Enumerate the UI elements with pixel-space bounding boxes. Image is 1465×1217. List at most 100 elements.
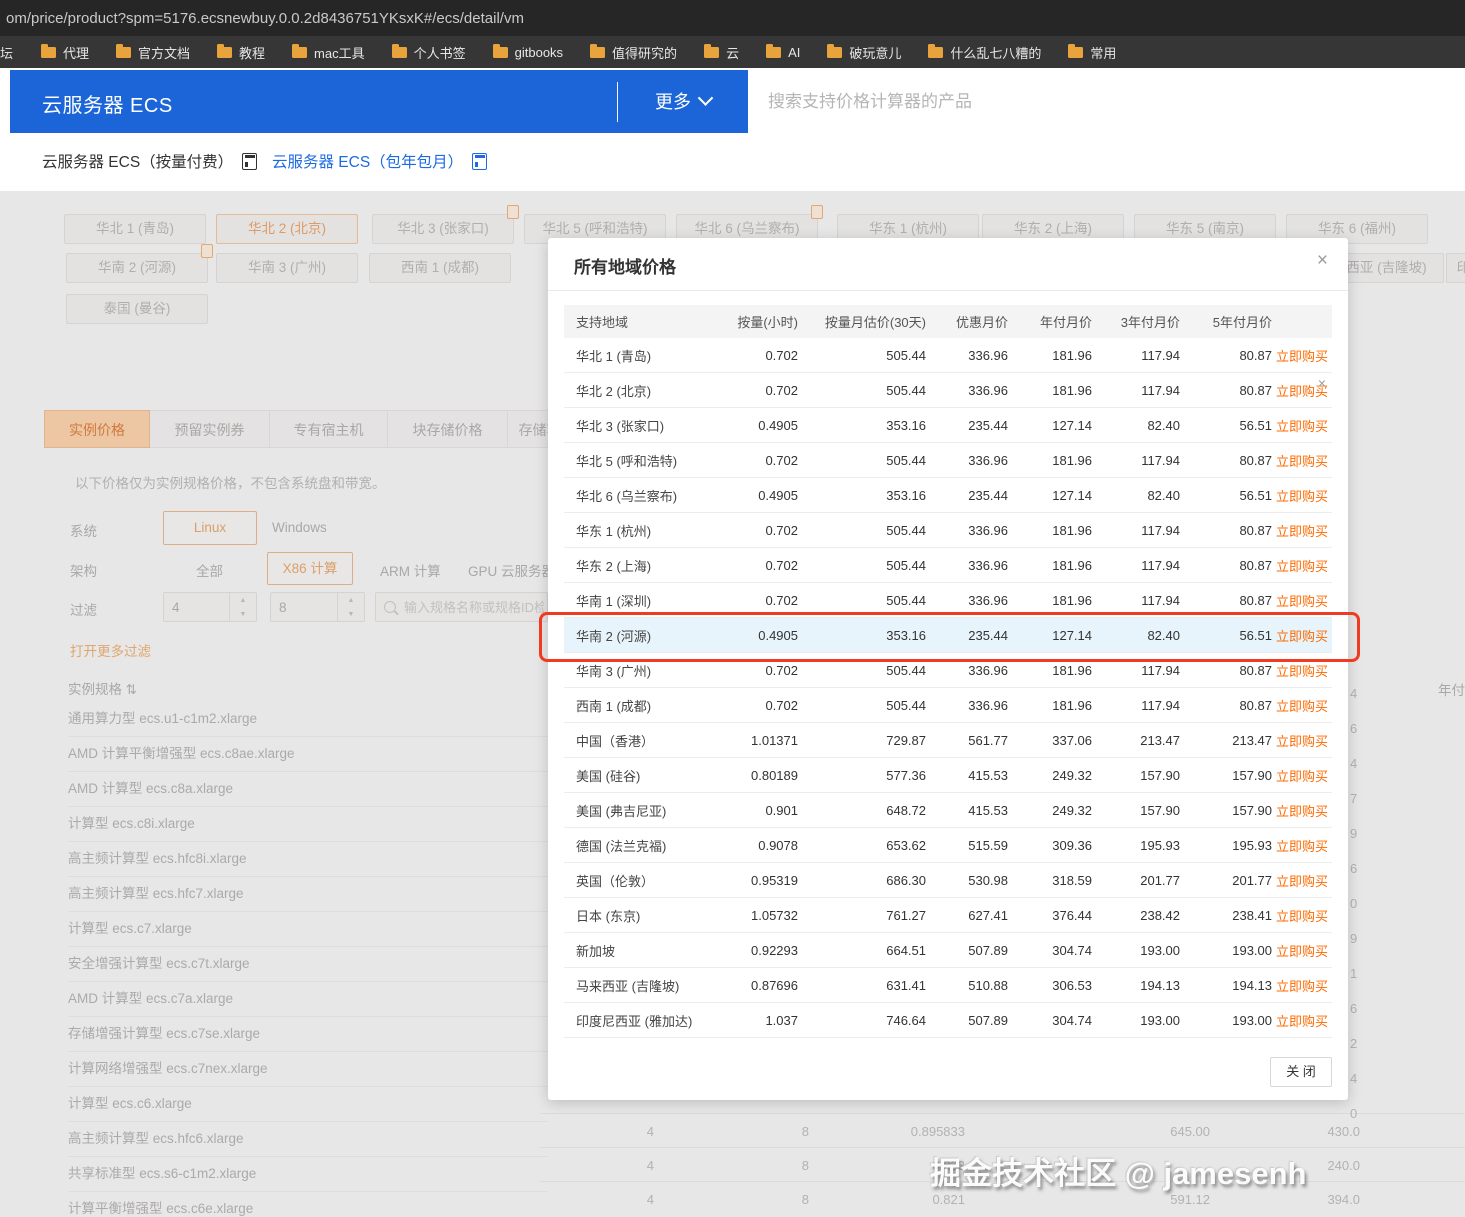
price-tab[interactable]: 存储容量单位包: [508, 410, 548, 448]
buy-now-link[interactable]: 立即购买: [1276, 871, 1332, 890]
spec-row[interactable]: 计算平衡增强型 ecs.c6e.xlarge: [68, 1192, 548, 1217]
tab-pay-as-you-go[interactable]: 云服务器 ECS（按量付费）: [42, 150, 257, 172]
buy-now-link[interactable]: 立即购买: [1276, 836, 1332, 855]
price-tab[interactable]: 实例价格: [44, 410, 150, 448]
buy-now-link[interactable]: 立即购买: [1276, 416, 1332, 435]
region-button[interactable]: 华南 2 (河源): [66, 253, 208, 283]
table-row: 日本 (东京) 1.05732 761.27 627.41 376.44 238…: [564, 898, 1332, 933]
stepper-down-icon[interactable]: ▼: [338, 607, 364, 621]
spec-row[interactable]: 计算型 ecs.c6.xlarge: [68, 1087, 548, 1122]
buy-now-link[interactable]: 立即购买: [1276, 766, 1332, 785]
spec-row[interactable]: AMD 计算型 ecs.c8a.xlarge: [68, 772, 548, 807]
region-button[interactable]: 印度尼西亚 (雅加达): [1446, 253, 1465, 283]
spec-row[interactable]: 存储增强计算型 ecs.c7se.xlarge: [68, 1017, 548, 1052]
table-close-icon[interactable]: ×: [1318, 375, 1326, 391]
arch-option-x86[interactable]: X86 计算: [267, 552, 353, 585]
buy-now-link[interactable]: 立即购买: [1276, 451, 1332, 470]
spec-row[interactable]: 高主频计算型 ecs.hfc7.xlarge: [68, 877, 548, 912]
spec-row[interactable]: 安全增强计算型 ecs.c7t.xlarge: [68, 947, 548, 982]
bg-row-line: [540, 1181, 1465, 1182]
bookmark-folder[interactable]: 什么乱七八糟的: [928, 43, 1041, 62]
buy-now-link[interactable]: 立即购买: [1276, 696, 1332, 715]
bookmark-folder[interactable]: 破玩意儿: [827, 43, 901, 62]
arch-option-arm[interactable]: ARM 计算: [380, 560, 441, 580]
cpu-value-input[interactable]: [164, 599, 229, 616]
bookmark-folder[interactable]: 官方文档: [116, 43, 190, 62]
more-dropdown[interactable]: 更多: [655, 88, 711, 114]
sort-icon[interactable]: ⇅: [126, 682, 137, 697]
region-button[interactable]: 泰国 (曼谷): [66, 294, 208, 324]
bookmark-folder[interactable]: 云: [704, 43, 739, 62]
bookmark-folder[interactable]: gitbooks: [493, 45, 563, 60]
buy-now-link[interactable]: 立即购买: [1276, 556, 1332, 575]
spec-row[interactable]: 计算型 ecs.c8i.xlarge: [68, 807, 548, 842]
bookmark-folder[interactable]: 个人书签: [392, 43, 466, 62]
bookmark-folder[interactable]: AI: [766, 45, 800, 60]
spec-row[interactable]: 共享标准型 ecs.s6-c1m2.xlarge: [68, 1157, 548, 1192]
price-tab[interactable]: 块存储价格: [388, 410, 508, 448]
buy-now-link[interactable]: 立即购买: [1276, 801, 1332, 820]
region-button[interactable]: 华南 3 (广州): [216, 253, 358, 283]
region-button[interactable]: 西南 1 (成都): [369, 253, 511, 283]
discount-month-cell: 336.96: [930, 663, 1012, 678]
chevron-down-icon: [698, 90, 714, 106]
buy-now-link[interactable]: 立即购买: [1276, 731, 1332, 750]
bookmark-folder[interactable]: 教程: [217, 43, 265, 62]
arch-option-gpu[interactable]: GPU 云服务器: [468, 560, 555, 580]
more-filters-link[interactable]: 打开更多过滤: [70, 640, 151, 660]
bookmark-folder[interactable]: 值得研究的: [590, 43, 677, 62]
buy-now-link[interactable]: 立即购买: [1276, 591, 1332, 610]
buy-now-link[interactable]: 立即购买: [1276, 906, 1332, 925]
stepper-up-icon[interactable]: ▲: [230, 593, 256, 607]
bookmark-folder[interactable]: 常用: [1068, 43, 1116, 62]
spec-row[interactable]: 计算型 ecs.c7.xlarge: [68, 912, 548, 947]
spec-search-input[interactable]: [402, 599, 546, 616]
search-input[interactable]: [766, 84, 1420, 120]
spec-column-header[interactable]: 实例规格 ⇅: [68, 678, 137, 698]
folder-icon: [217, 47, 232, 58]
stepper-down-icon[interactable]: ▼: [230, 607, 256, 621]
bookmark-folder[interactable]: mac工具: [292, 43, 365, 62]
price-tab[interactable]: 预留实例券: [150, 410, 270, 448]
spec-row[interactable]: AMD 计算型 ecs.c7a.xlarge: [68, 982, 548, 1017]
buy-now-link[interactable]: 立即购买: [1276, 486, 1332, 505]
region-cell: 华北 3 (张家口): [564, 416, 714, 435]
buy-now-link[interactable]: 立即购买: [1276, 976, 1332, 995]
spec-row[interactable]: 高主频计算型 ecs.hfc6.xlarge: [68, 1122, 548, 1157]
folder-icon: [590, 47, 605, 58]
spec-search-box[interactable]: [375, 592, 548, 622]
discount-month-cell: 336.96: [930, 593, 1012, 608]
spec-row[interactable]: 通用算力型 ecs.u1-c1m2.xlarge: [68, 702, 548, 737]
price-tab[interactable]: 专有宿主机: [270, 410, 388, 448]
close-icon[interactable]: ×: [1317, 251, 1328, 270]
buy-now-link[interactable]: 立即购买: [1276, 626, 1332, 645]
browser-address-bar[interactable]: om/price/product?spm=5176.ecsnewbuy.0.0.…: [0, 0, 1465, 36]
tab-subscription[interactable]: 云服务器 ECS（包年包月）: [272, 150, 487, 172]
close-button[interactable]: 关 闭: [1270, 1057, 1332, 1087]
buy-now-link[interactable]: 立即购买: [1276, 1011, 1332, 1030]
monthly-estimate-cell: 577.36: [802, 768, 930, 783]
bg-cell: 8: [785, 1192, 809, 1207]
spec-row[interactable]: 高主频计算型 ecs.hfc8i.xlarge: [68, 842, 548, 877]
stepper-up-icon[interactable]: ▲: [338, 593, 364, 607]
cpu-stepper[interactable]: ▲▼: [163, 592, 257, 622]
buy-now-link[interactable]: 立即购买: [1276, 661, 1332, 680]
memory-stepper[interactable]: ▲▼: [270, 592, 365, 622]
memory-value-input[interactable]: [271, 599, 337, 616]
bookmark-partial[interactable]: 坛: [0, 43, 14, 62]
buy-now-link[interactable]: 立即购买: [1276, 941, 1332, 960]
system-option-linux[interactable]: Linux: [163, 511, 257, 545]
region-button[interactable]: 华北 1 (青岛): [64, 214, 206, 244]
bookmark-folder[interactable]: 代理: [41, 43, 89, 62]
arch-option-all[interactable]: 全部: [196, 560, 223, 580]
folder-icon: [392, 47, 407, 58]
region-cell: 华东 2 (上海): [564, 556, 714, 575]
region-button[interactable]: 华北 2 (北京): [216, 214, 358, 244]
spec-row[interactable]: AMD 计算平衡增强型 ecs.c8ae.xlarge: [68, 737, 548, 772]
buy-now-link[interactable]: 立即购买: [1276, 346, 1332, 365]
system-option-windows[interactable]: Windows: [272, 520, 327, 535]
spec-row[interactable]: 计算网络增强型 ecs.c7nex.xlarge: [68, 1052, 548, 1087]
region-button[interactable]: 华北 3 (张家口): [372, 214, 514, 244]
buy-now-link[interactable]: 立即购买: [1276, 521, 1332, 540]
table-header-row: 支持地域按量(小时)按量月估价(30天)优惠月价年付月价3年付月价5年付月价: [564, 305, 1332, 338]
